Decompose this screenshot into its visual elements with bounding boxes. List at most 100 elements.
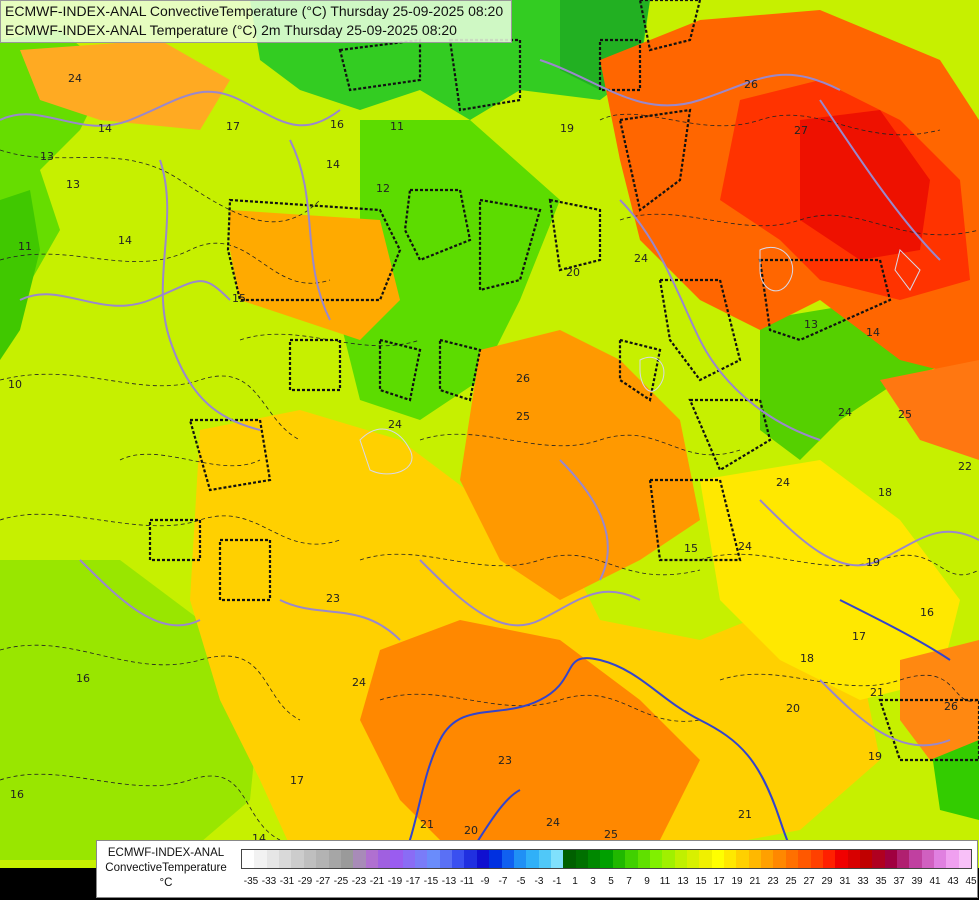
- legend-tick: -27: [315, 876, 331, 887]
- legend-swatch: [662, 850, 675, 868]
- legend-swatch: [736, 850, 749, 868]
- legend-tick: 29: [821, 876, 833, 887]
- contour-label: 22: [958, 460, 972, 473]
- contour-label: 19: [866, 556, 880, 569]
- title-line-convective: ECMWF-INDEX-ANAL ConvectiveTemperature (…: [5, 3, 504, 19]
- legend-swatch: [242, 850, 255, 868]
- contour-label: 25: [516, 410, 530, 423]
- legend-swatch: [501, 850, 514, 868]
- contour-label: 13: [804, 318, 818, 331]
- contour-label: 26: [744, 78, 758, 91]
- legend-swatch: [711, 850, 725, 868]
- legend-swatch: [303, 850, 317, 868]
- legend-tick: 13: [677, 876, 689, 887]
- map-title: ECMWF-INDEX-ANAL ConvectiveTemperature (…: [0, 0, 513, 43]
- legend-swatch: [390, 850, 403, 868]
- legend-swatch: [674, 850, 687, 868]
- legend-source: ECMWF-INDEX-ANAL: [107, 847, 225, 859]
- legend-tick: 41: [929, 876, 941, 887]
- legend-swatch: [773, 850, 786, 868]
- contour-label: 24: [388, 418, 402, 431]
- legend-swatch: [761, 850, 774, 868]
- contour-label: 11: [390, 120, 404, 133]
- legend-swatch: [921, 850, 935, 868]
- contour-label: 19: [868, 750, 882, 763]
- legend-parameter: ConvectiveTemperature: [105, 862, 227, 874]
- legend-tick: -13: [441, 876, 457, 887]
- legend-tick: 5: [608, 876, 614, 887]
- legend-color-bar: [241, 849, 973, 869]
- legend-tick: -15: [423, 876, 439, 887]
- legend-swatch: [476, 850, 490, 868]
- contour-label: 14: [118, 234, 132, 247]
- legend-swatch: [353, 850, 366, 868]
- contour-label: 16: [76, 672, 90, 685]
- legend-swatch: [328, 850, 341, 868]
- legend-swatch: [884, 850, 898, 868]
- title-line-temperature: ECMWF-INDEX-ANAL Temperature (°C) 2m Thu…: [5, 22, 457, 38]
- contour-label: 17: [290, 774, 304, 787]
- color-legend: ECMWF-INDEX-ANAL ConvectiveTemperature °…: [96, 840, 978, 898]
- legend-swatch: [822, 850, 836, 868]
- legend-swatch: [588, 850, 601, 868]
- contour-label: 26: [516, 372, 530, 385]
- legend-tick: 43: [947, 876, 959, 887]
- legend-swatch: [859, 850, 873, 868]
- legend-swatch: [958, 850, 972, 868]
- legend-swatch: [452, 850, 465, 868]
- legend-swatch: [254, 850, 267, 868]
- legend-swatch: [897, 850, 910, 868]
- contour-label: 16: [920, 606, 934, 619]
- legend-swatch: [550, 850, 564, 868]
- legend-swatch: [625, 850, 638, 868]
- legend-swatch: [439, 850, 453, 868]
- legend-swatch: [600, 850, 613, 868]
- legend-tick: -7: [498, 876, 508, 887]
- legend-swatch: [526, 850, 539, 868]
- contour-label: 12: [376, 182, 390, 195]
- legend-tick: -9: [480, 876, 490, 887]
- legend-tick: 23: [767, 876, 779, 887]
- legend-swatch: [415, 850, 428, 868]
- contour-label: 24: [838, 406, 852, 419]
- legend-swatch: [266, 850, 280, 868]
- legend-swatch: [291, 850, 304, 868]
- contour-label: 23: [498, 754, 512, 767]
- legend-tick: -17: [405, 876, 421, 887]
- legend-swatch: [377, 850, 391, 868]
- legend-swatch: [316, 850, 329, 868]
- contour-label: 18: [800, 652, 814, 665]
- contour-label: 24: [776, 476, 790, 489]
- legend-swatch: [810, 850, 823, 868]
- legend-tick: 15: [695, 876, 707, 887]
- legend-swatch: [612, 850, 626, 868]
- contour-label: 23: [326, 592, 340, 605]
- legend-swatch: [798, 850, 811, 868]
- contour-label: 26: [944, 700, 958, 713]
- contour-label: 24: [634, 252, 648, 265]
- legend-tick: 17: [713, 876, 725, 887]
- contour-label: 13: [40, 150, 54, 163]
- contour-label: 11: [18, 240, 32, 253]
- legend-swatch: [835, 850, 848, 868]
- legend-swatch: [748, 850, 762, 868]
- contour-label: 10: [8, 378, 22, 391]
- contour-label: 24: [352, 676, 366, 689]
- contour-label: 24: [546, 816, 560, 829]
- legend-tick-labels: -35 -33 -31 -29 -27 -25 -23 -21 -19 -17 -15 -13 -11-…: [237, 876, 977, 890]
- contour-label: 24: [68, 72, 82, 85]
- legend-tick: -25: [333, 876, 349, 887]
- legend-tick: 25: [785, 876, 797, 887]
- contour-label: 21: [420, 818, 434, 831]
- legend-swatch: [402, 850, 416, 868]
- legend-tick: 33: [857, 876, 869, 887]
- legend-swatch: [872, 850, 885, 868]
- legend-tick: -29: [297, 876, 313, 887]
- legend-tick: -1: [552, 876, 562, 887]
- legend-tick: -19: [387, 876, 403, 887]
- legend-tick: -11: [460, 876, 474, 887]
- legend-swatch: [279, 850, 292, 868]
- contour-label: 24: [738, 540, 752, 553]
- legend-swatch: [637, 850, 650, 868]
- legend-tick: 31: [839, 876, 851, 887]
